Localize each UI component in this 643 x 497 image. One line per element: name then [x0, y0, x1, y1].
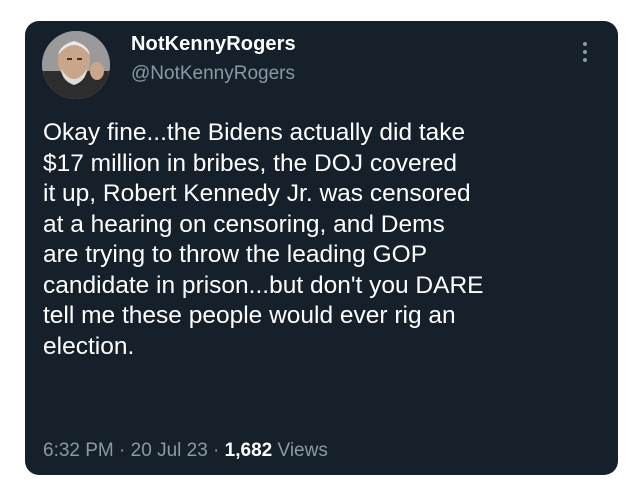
- more-dot: [583, 50, 587, 54]
- tweet-text: Okay fine...the Bidens actually did take…: [43, 118, 608, 362]
- tweet-meta: 6:32 PM · 20 Jul 23 · 1,682 Views: [43, 440, 328, 462]
- tweet-card: NotKennyRogers @NotKennyRogers Okay fine…: [25, 21, 618, 475]
- tweet-line: at a hearing on censoring, and Dems: [43, 210, 445, 238]
- display-name[interactable]: NotKennyRogers: [131, 33, 296, 56]
- tweet-date[interactable]: 20 Jul 23: [131, 440, 208, 461]
- views-label: Views: [272, 440, 328, 461]
- tweet-line: election.: [43, 332, 135, 360]
- tweet-line: tell me these people would ever rig an: [43, 302, 456, 329]
- more-dot: [583, 58, 587, 62]
- more-options-icon[interactable]: [573, 39, 597, 69]
- tweet-line: Okay fine...the Bidens actually did take: [43, 119, 466, 146]
- more-dot: [583, 42, 587, 46]
- user-handle[interactable]: @NotKennyRogers: [131, 63, 295, 85]
- meta-separator: ·: [113, 440, 131, 461]
- tweet-line: it up, Robert Kennedy Jr. was censored: [43, 180, 471, 207]
- views-count[interactable]: 1,682: [225, 440, 273, 461]
- tweet-line: $17 million in bribes, the DOJ covered: [43, 149, 457, 177]
- tweet-line: candidate in prison...but don't you DARE: [43, 271, 484, 299]
- tweet-line: are trying to throw the leading GOP: [43, 241, 428, 268]
- meta-separator: ·: [207, 440, 225, 461]
- avatar[interactable]: [42, 31, 110, 99]
- tweet-time[interactable]: 6:32 PM: [43, 440, 114, 461]
- avatar-image: [42, 31, 110, 99]
